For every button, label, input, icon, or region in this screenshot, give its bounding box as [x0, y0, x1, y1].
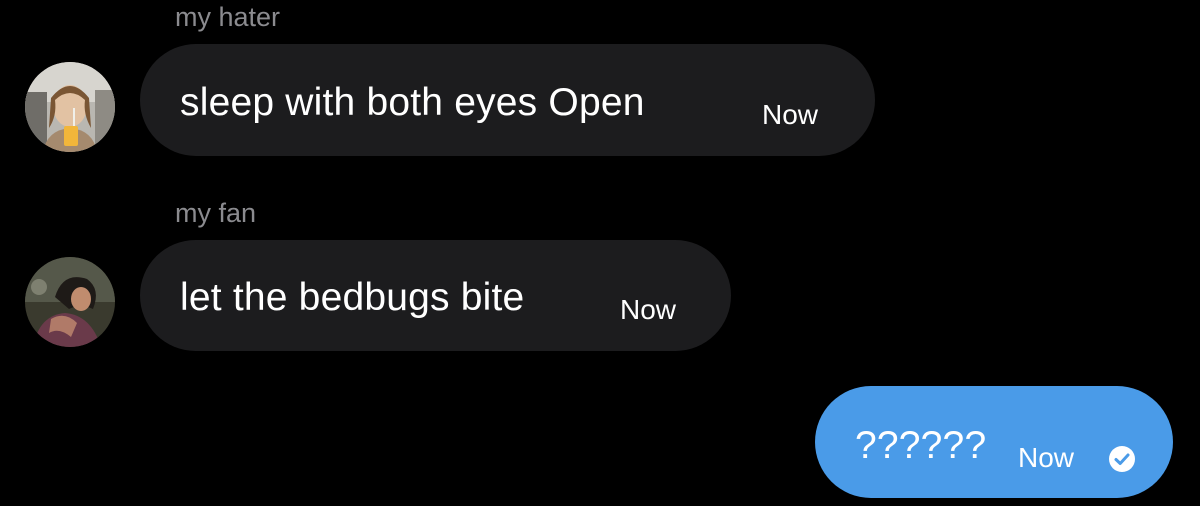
message-text: ?????? [855, 424, 987, 467]
user-avatar-photo-icon [25, 62, 115, 152]
chat-view: my hater sleep with both eyes Open Now m… [0, 0, 1200, 506]
read-check-icon [1109, 446, 1135, 472]
user-avatar-photo-icon [25, 257, 115, 347]
sender-name-my-hater: my hater [175, 2, 281, 32]
avatar-my-hater[interactable] [25, 62, 115, 152]
message-timestamp: Now [1018, 442, 1075, 473]
message-text: sleep with both eyes Open [180, 81, 645, 124]
avatar-my-fan[interactable] [25, 257, 115, 347]
message-timestamp: Now [620, 294, 677, 325]
message-timestamp: Now [762, 99, 819, 130]
message-bubble-outgoing[interactable]: ?????? Now [815, 386, 1173, 498]
sender-name-my-fan: my fan [175, 198, 257, 228]
message-text: let the bedbugs bite [180, 276, 525, 319]
message-bubble-incoming[interactable]: sleep with both eyes Open Now [140, 44, 875, 156]
message-bubble-incoming[interactable]: let the bedbugs bite Now [140, 240, 731, 351]
